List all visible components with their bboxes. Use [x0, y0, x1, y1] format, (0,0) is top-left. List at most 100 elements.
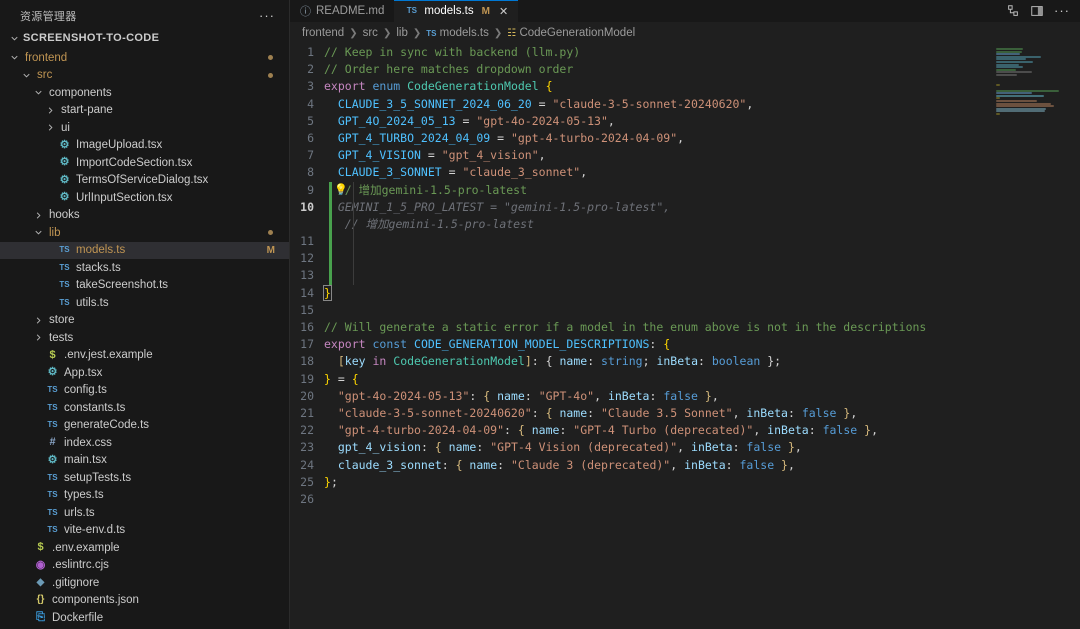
tree-item-constants-ts[interactable]: TS constants.ts — [0, 399, 289, 417]
tree-item-takescreenshot-ts[interactable]: TS takeScreenshot.ts — [0, 277, 289, 295]
tree-item--eslintrc-cjs[interactable]: ◉ .eslintrc.cjs — [0, 557, 289, 575]
breadcrumb-item[interactable]: src — [363, 27, 378, 39]
tree-item-utils-ts[interactable]: TS utils.ts — [0, 294, 289, 312]
line-text: CLAUDE_3_SONNET = "claude_3_sonnet", — [324, 165, 588, 180]
code-line[interactable]: 6 GPT_4_TURBO_2024_04_09 = "gpt-4-turbo-… — [290, 130, 1080, 147]
tree-item-start-pane[interactable]: start-pane — [0, 102, 289, 120]
tree-item-ui[interactable]: ui — [0, 119, 289, 137]
breadcrumb-item[interactable]: TS models.ts — [426, 27, 489, 39]
code-line[interactable]: 12 — [290, 250, 1080, 268]
breadcrumb-item[interactable]: lib — [396, 27, 408, 39]
line-number: 10 — [300, 199, 314, 214]
code-line[interactable]: 7 GPT_4_VISION = "gpt_4_vision", — [290, 147, 1080, 164]
editor-scrollbar[interactable] — [1066, 44, 1080, 629]
breadcrumb-item[interactable]: frontend — [302, 27, 344, 39]
tree-item--env-jest-example[interactable]: $ .env.jest.example — [0, 347, 289, 365]
chevron-down-icon[interactable] — [20, 69, 33, 82]
tree-item-app-tsx[interactable]: ⚙ App.tsx — [0, 364, 289, 382]
more-actions-icon[interactable]: ··· — [1054, 4, 1070, 17]
workspace-root-row[interactable]: SCREENSHOT-TO-CODE — [0, 27, 289, 49]
code-line[interactable]: 3 export enum CodeGenerationModel { — [290, 78, 1080, 95]
code-line[interactable]: 14} — [290, 284, 1080, 302]
chevron-right-icon[interactable] — [32, 209, 45, 222]
code-line[interactable]: 23 gpt_4_vision: { name: "GPT-4 Vision (… — [290, 439, 1080, 456]
tree-item-dockerfile[interactable]: ⎘ Dockerfile — [0, 609, 289, 627]
tree-item-setuptests-ts[interactable]: TS setupTests.ts — [0, 469, 289, 487]
split-editor-icon[interactable] — [1006, 4, 1020, 18]
tree-item-components[interactable]: components — [0, 84, 289, 102]
tree-item--env-example[interactable]: $ .env.example — [0, 539, 289, 557]
code-line[interactable]: 10 GEMINI_1_5_PRO_LATEST = "gemini-1.5-p… — [290, 198, 1080, 216]
tree-item-imageupload-tsx[interactable]: ⚙ ImageUpload.tsx — [0, 137, 289, 155]
tree-item-index-css[interactable]: # index.css — [0, 434, 289, 452]
workspace-root-label: SCREENSHOT-TO-CODE — [23, 32, 160, 44]
chevron-right-icon[interactable] — [32, 314, 45, 327]
tree-item-tests[interactable]: tests — [0, 329, 289, 347]
close-icon[interactable]: ✕ — [499, 5, 508, 18]
code-line[interactable]: 24 claude_3_sonnet: { name: "Claude 3 (d… — [290, 457, 1080, 474]
code-line[interactable]: 19} = { — [290, 371, 1080, 388]
code-line[interactable]: 8 CLAUDE_3_SONNET = "claude_3_sonnet", — [290, 164, 1080, 181]
breadcrumb-item[interactable]: ☷ CodeGenerationModel — [507, 27, 635, 39]
tree-item-components-json[interactable]: {} components.json — [0, 592, 289, 610]
code-line[interactable]: 25}; — [290, 474, 1080, 491]
tree-item-config-ts[interactable]: TS config.ts — [0, 382, 289, 400]
code-line[interactable]: 9 💡 // 增加gemini-1.5-pro-latest — [290, 181, 1080, 199]
chevron-right-icon[interactable] — [44, 121, 57, 134]
chevron-right-icon[interactable] — [44, 104, 57, 117]
explorer-title: 资源管理器 — [20, 10, 77, 23]
code-line[interactable]: 21 "claude-3-5-sonnet-20240620": { name:… — [290, 405, 1080, 422]
lightbulb-icon[interactable]: 💡 — [334, 184, 348, 195]
tree-item-lib[interactable]: lib — [0, 224, 289, 242]
tree-item-urls-ts[interactable]: TS urls.ts — [0, 504, 289, 522]
code-line[interactable]: 26 — [290, 491, 1080, 508]
tree-item-models-ts[interactable]: TS models.ts M — [0, 241, 289, 259]
tree-item-stacks-ts[interactable]: TS stacks.ts — [0, 259, 289, 277]
line-text: // Will generate a static error if a mod… — [324, 320, 927, 334]
editor-tab-bar[interactable]: ⓘ README.md TS models.ts M ✕ ··· — [290, 0, 1080, 22]
tree-item-main-tsx[interactable]: ⚙ main.tsx — [0, 452, 289, 470]
tab-readme-md[interactable]: ⓘ README.md — [290, 0, 395, 22]
code-line[interactable]: 1 // Keep in sync with backend (llm.py) — [290, 44, 1080, 61]
tree-item--gitignore[interactable]: ◆ .gitignore — [0, 574, 289, 592]
line-text: GEMINI_1_5_PRO_LATEST = "gemini-1.5-pro-… — [324, 199, 671, 214]
chevron-down-icon[interactable] — [32, 86, 45, 99]
tree-item-frontend[interactable]: frontend — [0, 49, 289, 67]
code-line[interactable]: 15 — [290, 302, 1080, 319]
tree-item-label: frontend — [25, 51, 68, 64]
tree-item-termsofservicedialog-tsx[interactable]: ⚙ TermsOfServiceDialog.tsx — [0, 172, 289, 190]
tree-item-vite-env-d-ts[interactable]: TS vite-env.d.ts — [0, 522, 289, 540]
code-line[interactable]: 22 "gpt-4-turbo-2024-04-09": { name: "GP… — [290, 422, 1080, 439]
tree-item-generatecode-ts[interactable]: TS generateCode.ts — [0, 417, 289, 435]
tree-item-types-ts[interactable]: TS types.ts — [0, 487, 289, 505]
code-line[interactable]: 17 export const CODE_GENERATION_MODEL_DES… — [290, 336, 1080, 353]
tree-item-src[interactable]: src — [0, 67, 289, 85]
layout-panel-icon[interactable] — [1030, 4, 1044, 18]
explorer-more-icon[interactable]: ··· — [259, 9, 275, 22]
code-line[interactable]: 16 // Will generate a static error if a m… — [290, 319, 1080, 336]
chevron-down-icon[interactable] — [8, 51, 21, 64]
breadcrumb[interactable]: frontend ❯ src ❯ lib ❯ TS models.ts ❯ ☷ CodeGene… — [290, 22, 1080, 44]
code-line[interactable]: // 增加gemini-1.5-pro-latest — [290, 215, 1080, 234]
code-line[interactable]: 20 "gpt-4o-2024-05-13": { name: "GPT-4o"… — [290, 388, 1080, 405]
code-line[interactable]: 18 [key in CodeGenerationModel]: { name:… — [290, 353, 1080, 370]
code-line[interactable]: 13 — [290, 267, 1080, 285]
tree-item-urlinputsection-tsx[interactable]: ⚙ UrlInputSection.tsx — [0, 189, 289, 207]
code-content[interactable]: 1 // Keep in sync with backend (llm.py) 2 /… — [290, 44, 1080, 508]
code-line[interactable]: 4 CLAUDE_3_5_SONNET_2024_06_20 = "claude… — [290, 96, 1080, 113]
react-file-icon: ⚙ — [59, 138, 70, 151]
line-text: GPT_4O_2024_05_13 = "gpt-4o-2024-05-13", — [324, 113, 615, 128]
tree-item-importcodesection-tsx[interactable]: ⚙ ImportCodeSection.tsx — [0, 154, 289, 172]
tree-item-store[interactable]: store — [0, 312, 289, 330]
diff-modified-bar — [329, 267, 332, 285]
tab-models-ts[interactable]: TS models.ts M ✕ — [394, 0, 519, 22]
chevron-down-icon[interactable] — [32, 226, 45, 239]
code-editor[interactable]: 1 // Keep in sync with backend (llm.py) 2 /… — [290, 44, 1080, 629]
code-line[interactable]: 2 // Order here matches dropdown order — [290, 61, 1080, 78]
line-number: 12 — [300, 251, 314, 266]
tree-item-hooks[interactable]: hooks — [0, 207, 289, 225]
chevron-right-icon[interactable] — [32, 331, 45, 344]
code-line[interactable]: 11 — [290, 233, 1080, 251]
file-tree[interactable]: frontend src components start-pane ui ⚙ ImageU… — [0, 49, 289, 629]
code-line[interactable]: 5 GPT_4O_2024_05_13 = "gpt-4o-2024-05-13… — [290, 113, 1080, 130]
